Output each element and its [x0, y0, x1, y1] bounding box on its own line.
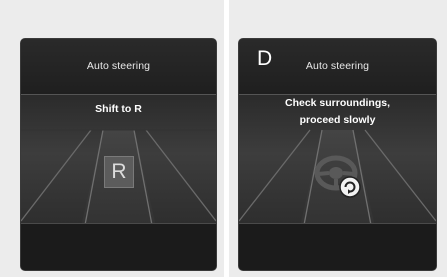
right-bottom-bar: [239, 223, 436, 270]
left-message: Shift to R: [95, 103, 142, 115]
reverse-gear-indicator: R: [104, 156, 134, 188]
right-top-bar: D Auto steering: [239, 39, 436, 95]
auto-steering-instructions: Auto steering Shift to R R D Auto steeri…: [0, 0, 447, 277]
right-title: Auto steering: [305, 60, 370, 72]
left-bottom-bar: [21, 223, 216, 270]
steering-wheel-rotate-icon: [312, 147, 368, 203]
right-message-line1: Check surroundings,: [284, 97, 390, 109]
left-cluster-screen: Auto steering Shift to R R: [21, 39, 216, 270]
right-message-line2: proceed slowly: [299, 114, 376, 126]
right-cluster-screen: D Auto steering Check surroundings, proc…: [239, 39, 436, 270]
left-top-bar: Auto steering: [21, 39, 216, 95]
left-title: Auto steering: [86, 60, 151, 72]
